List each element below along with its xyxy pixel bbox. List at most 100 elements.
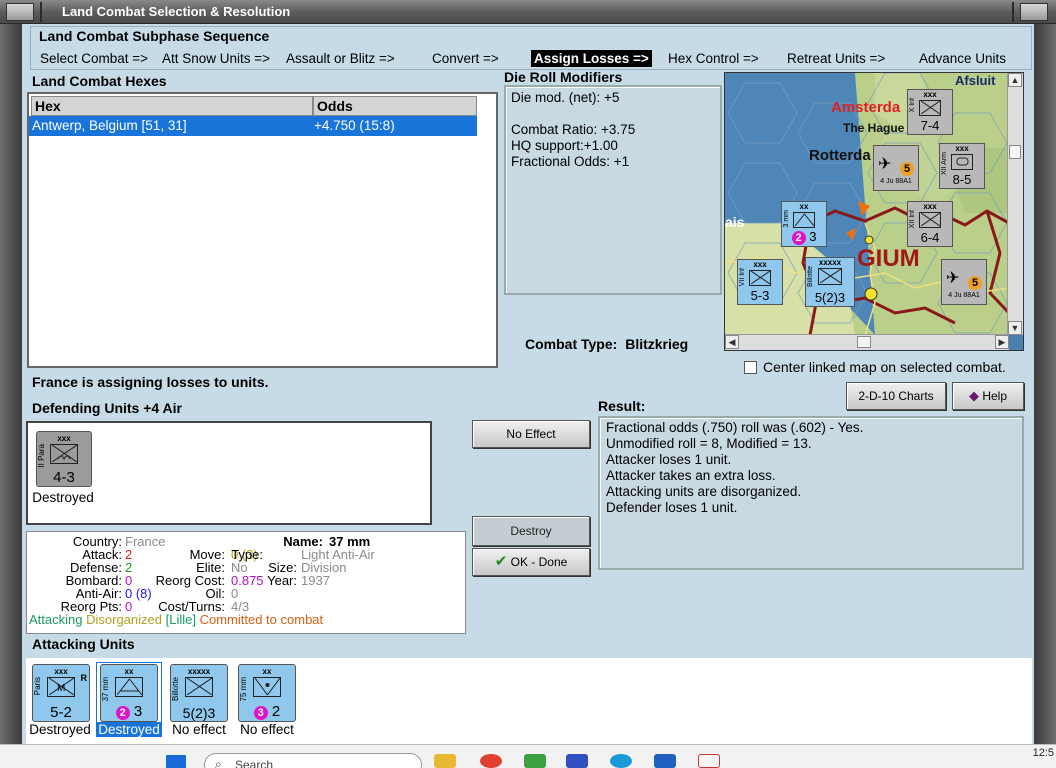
unit-status: No effect [172, 722, 226, 737]
scroll-left-arrow-icon[interactable]: ◀ [725, 335, 739, 349]
map-horizontal-scrollbar[interactable]: ◀ ▶ [725, 334, 1009, 350]
hexes-table[interactable]: Hex Odds Antwerp, Belgium [51, 31] +4.75… [27, 92, 498, 368]
step-convert: Convert => [432, 51, 499, 66]
unit-status: No effect [240, 722, 294, 737]
center-linked-checkbox[interactable] [744, 361, 757, 374]
bomber-icon: ✈ [946, 270, 960, 287]
assign-losses-message: France is assigning losses to units. [32, 374, 269, 390]
hexes-title: Land Combat Hexes [32, 73, 167, 89]
subphase-header: Land Combat Subphase Sequence [39, 28, 270, 44]
attacking-unit-selected[interactable]: 37 mm xx 2 3 Destroyed [96, 662, 162, 737]
scroll-down-arrow-icon[interactable]: ▼ [1008, 321, 1022, 335]
help-button[interactable]: ◆ Help [952, 382, 1024, 410]
result-title: Result: [598, 398, 646, 414]
step-select-combat: Select Combat => [40, 51, 149, 66]
map-air-counter[interactable]: ✈ 5 4 Ju 88A1 [873, 145, 919, 191]
map-label-antwerp-partial: ais [725, 214, 745, 230]
chrome-icon[interactable] [480, 754, 502, 768]
result-box: Fractional odds (.750) roll was (.602) -… [598, 416, 1024, 570]
bomber-icon: ✈ [878, 156, 892, 173]
combat-type-value: Blitzkrieg [625, 336, 689, 352]
attacking-unit[interactable]: Billotte xxxxx 5(2)3 No effect [166, 662, 232, 737]
unit-counter[interactable]: II Para xxx 4-3 [36, 431, 92, 487]
anti-air-symbol-icon [115, 677, 143, 697]
infantry-symbol-icon [749, 270, 771, 286]
status-attacking: Attacking [29, 612, 83, 627]
active-app-icon[interactable] [698, 754, 720, 768]
odds-column-header[interactable]: Odds [313, 96, 477, 116]
armor-symbol-icon [951, 154, 973, 170]
scroll-right-arrow-icon[interactable]: ▶ [995, 335, 1009, 349]
unit-status: Destroyed [32, 490, 94, 505]
result-line: Unmodified roll = 8, Modified = 13. [606, 436, 812, 451]
unit-counter[interactable]: 37 mm xx 2 3 [100, 664, 158, 722]
infantry-symbol-icon [919, 212, 941, 228]
taskbar-clock: 12:5 [1032, 747, 1054, 759]
map-label-hague: The Hague [843, 121, 905, 135]
search-placeholder: Search [235, 758, 274, 768]
attacking-unit[interactable]: Paris xxx R M 5-2 Destroyed [28, 662, 92, 737]
file-explorer-icon[interactable] [434, 754, 456, 768]
ok-done-button[interactable]: ✔ OK - Done [472, 548, 590, 576]
map-counter[interactable]: XII Arm xxx 8-5 [939, 143, 985, 189]
subphase-sequence-panel: Land Combat Subphase Sequence Select Com… [30, 26, 1032, 70]
center-linked-map-option[interactable]: Center linked map on selected combat. [744, 359, 1006, 375]
defending-units-list: II Para xxx 4-3 Destroyed [26, 421, 432, 525]
unit-info-panel: Country: France Attack: 2 Defense: 2 Bom… [26, 531, 466, 634]
no-effect-button[interactable]: No Effect [472, 420, 590, 448]
window-menu-button[interactable] [6, 3, 34, 21]
defending-units-title: Defending Units +4 Air [32, 400, 183, 416]
map-counter[interactable]: X Inf xxx 7-4 [907, 89, 953, 135]
defending-unit[interactable]: II Para xxx 4-3 Destroyed [32, 431, 94, 505]
map-counter[interactable]: XII Inf xxx 6-4 [907, 201, 953, 247]
unit-counter[interactable]: Billotte xxxxx 5(2)3 [170, 664, 228, 722]
infantry-symbol-icon [919, 100, 941, 116]
artillery-symbol-icon [253, 677, 281, 697]
map-label-belgium: GIUM [857, 245, 920, 272]
year-value: 1937 [301, 573, 330, 588]
edge-icon[interactable] [610, 754, 632, 768]
window-frame-right [1034, 24, 1056, 744]
strength-circle: 2 [115, 706, 130, 720]
word-icon[interactable] [654, 754, 676, 768]
die-roll-line: Fractional Odds: +1 [511, 154, 630, 169]
charts-button[interactable]: 2-D-10 Charts [846, 382, 946, 410]
linked-map[interactable]: Amsterda The Hague Rotterda GIUM Afsluit… [724, 72, 1024, 351]
horizontal-scroll-thumb[interactable] [857, 336, 871, 348]
checkmark-icon: ✔ [494, 553, 508, 570]
hex-column-header[interactable]: Hex [31, 96, 313, 116]
game-icon[interactable] [566, 754, 588, 768]
map-vertical-scrollbar[interactable]: ▲ ▼ [1007, 73, 1023, 335]
anti-air-symbol-icon [793, 212, 815, 228]
year-label: Year: [267, 573, 297, 588]
start-icon[interactable] [166, 755, 186, 768]
titlebar-separator [1012, 2, 1014, 22]
dialog-client-area: Land Combat Subphase Sequence Select Com… [22, 24, 1034, 744]
vertical-scroll-thumb[interactable] [1009, 145, 1021, 159]
die-roll-line: HQ support:+1.00 [511, 138, 618, 153]
app-icon[interactable] [524, 754, 546, 768]
scroll-up-arrow-icon[interactable]: ▲ [1008, 73, 1022, 87]
window-close-button[interactable] [1020, 3, 1048, 21]
die-roll-line: Die mod. (net): +5 [511, 90, 620, 105]
paratrooper-symbol-icon [50, 444, 78, 464]
table-row[interactable]: Antwerp, Belgium [51, 31] +4.750 (15:8) [29, 116, 477, 136]
unit-counter[interactable]: Paris xxx R M 5-2 [32, 664, 90, 722]
map-air-counter[interactable]: ✈ 5 4 Ju 88A1 [941, 259, 987, 305]
map-label-rotterdam: Rotterda [809, 147, 871, 164]
attacking-unit[interactable]: 75 mm xx 3 2 No effect [234, 662, 300, 737]
strength-circle: 5 [968, 276, 982, 290]
map-counter[interactable]: 3 mm xx 2 3 [781, 201, 827, 247]
unit-counter[interactable]: 75 mm xx 3 2 [238, 664, 296, 722]
map-counter[interactable]: VII Inf xxx 5-3 [737, 259, 783, 305]
map-counter[interactable]: Billotte xxxxx 5(2)3 [805, 257, 855, 307]
destroy-button[interactable]: Destroy [472, 516, 590, 546]
taskbar-search[interactable]: ⌕ Search [204, 753, 422, 768]
result-line: Attacker loses 1 unit. [606, 452, 732, 467]
result-line: Attacker takes an extra loss. [606, 468, 776, 483]
attacking-units-title: Attacking Units [32, 636, 135, 652]
strength-circle: 2 [791, 231, 806, 245]
die-roll-modifiers-box: Die mod. (net): +5 Combat Ratio: +3.75 H… [504, 85, 722, 295]
strength-circle: 5 [900, 162, 914, 176]
subphase-steps: Select Combat => Att Snow Units => Assau… [31, 50, 1031, 68]
